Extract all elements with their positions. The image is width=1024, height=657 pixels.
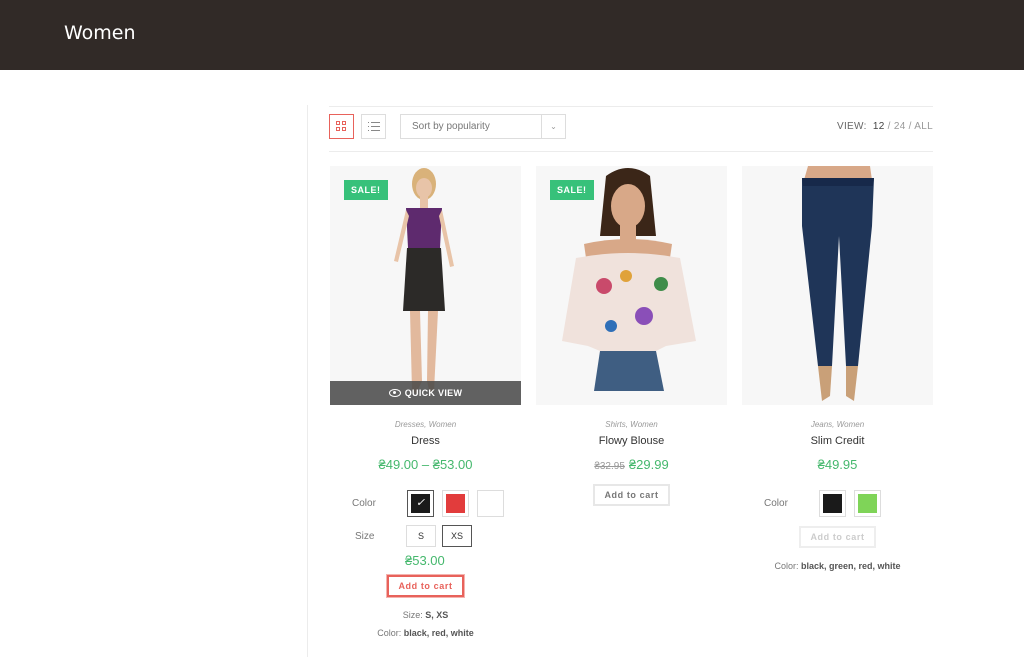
eye-icon xyxy=(388,389,401,397)
product-categories[interactable]: Dresses, Women xyxy=(330,420,521,429)
product-image[interactable]: SALE! QUICK VIEW xyxy=(330,166,521,405)
chevron-down-icon: ⌄ xyxy=(541,115,565,138)
list-icon xyxy=(367,122,380,131)
product-name[interactable]: Flowy Blouse xyxy=(536,435,727,447)
product-card-flowy-blouse: SALE! Shirts, Women Flowy Blouse ₴32.95 ₴… xyxy=(536,166,727,472)
color-variation-row: Color xyxy=(764,490,889,517)
products-per-page: VIEW: 12 / 24 / ALL xyxy=(837,121,933,132)
swatch-red[interactable] xyxy=(442,490,469,517)
toolbar-divider-bottom xyxy=(329,151,933,152)
grid-icon xyxy=(336,121,347,132)
product-name[interactable]: Dress xyxy=(330,435,521,447)
old-price: ₴32.95 xyxy=(594,461,625,472)
product-price: ₴49.00 – ₴53.00 xyxy=(378,457,473,472)
product-price: ₴49.95 xyxy=(817,457,858,472)
size-label: Size xyxy=(355,530,375,542)
add-to-cart-button[interactable]: Add to cart xyxy=(387,575,464,597)
sort-select[interactable]: Sort by popularity ⌄ xyxy=(400,114,566,139)
sale-badge[interactable]: SALE! xyxy=(550,180,594,200)
blouse-photo xyxy=(536,166,727,405)
product-card-dress: SALE! QUICK VIEW Dresses, Women Dress ₴4… xyxy=(330,166,521,472)
view-option-all[interactable]: ALL xyxy=(914,121,933,132)
sort-select-value: Sort by popularity xyxy=(412,121,490,132)
swatch-green[interactable] xyxy=(854,490,881,517)
page-header: Women xyxy=(0,0,1024,70)
grid-view-button[interactable] xyxy=(329,114,354,139)
product-image[interactable] xyxy=(742,166,933,405)
view-label: VIEW: xyxy=(837,121,867,132)
product-meta-size: Size: S, XS xyxy=(402,610,449,620)
add-to-cart-button[interactable]: Add to cart xyxy=(799,526,876,548)
dress-photo xyxy=(330,166,521,405)
color-label: Color xyxy=(764,498,788,509)
product-price: ₴32.95 ₴29.99 xyxy=(536,457,727,472)
color-label: Color xyxy=(352,498,376,509)
jeans-photo xyxy=(742,166,933,405)
toolbar-divider-top xyxy=(329,106,933,107)
swatch-white[interactable] xyxy=(477,490,504,517)
selected-variation-price: ₴53.00 xyxy=(405,553,445,568)
swatch-black[interactable]: ✓ xyxy=(407,490,434,517)
sidebar-divider xyxy=(307,105,308,657)
view-option-24[interactable]: 24 xyxy=(894,121,906,132)
sale-badge[interactable]: SALE! xyxy=(344,180,388,200)
size-option-s[interactable]: S xyxy=(406,525,436,547)
add-to-cart-button[interactable]: Add to cart xyxy=(593,484,670,506)
product-meta-color: Color: black, red, white xyxy=(377,628,474,638)
product-categories[interactable]: Shirts, Women xyxy=(536,420,727,429)
check-icon: ✓ xyxy=(411,494,430,513)
view-option-12[interactable]: 12 xyxy=(873,121,885,132)
size-variation-row: Size S XS xyxy=(355,525,478,547)
size-option-xs[interactable]: XS xyxy=(442,525,472,547)
product-name[interactable]: Slim Credit xyxy=(742,435,933,447)
quick-view-button[interactable]: QUICK VIEW xyxy=(330,381,521,405)
page-title: Women xyxy=(64,22,136,44)
color-variation-row: Color ✓ xyxy=(352,490,512,517)
swatch-black[interactable] xyxy=(819,490,846,517)
list-view-button[interactable] xyxy=(361,114,386,139)
product-image[interactable]: SALE! xyxy=(536,166,727,405)
product-categories[interactable]: Jeans, Women xyxy=(742,420,933,429)
product-card-slim-credit: Jeans, Women Slim Credit ₴49.95 xyxy=(742,166,933,472)
sale-price: ₴29.99 xyxy=(628,457,669,472)
product-meta-color: Color: black, green, red, white xyxy=(774,561,901,571)
